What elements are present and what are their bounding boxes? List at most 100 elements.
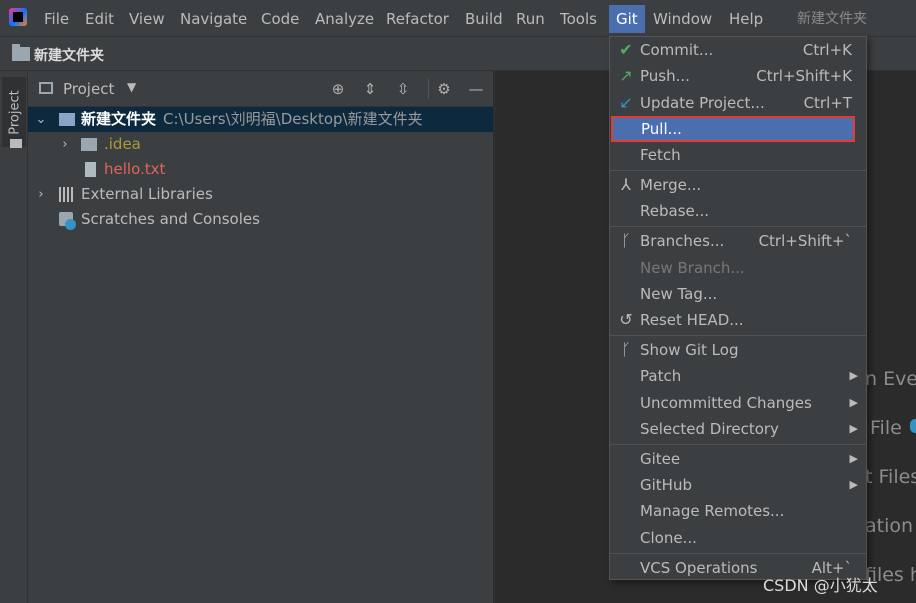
menu-separator	[610, 444, 866, 445]
menu-separator	[610, 226, 866, 227]
push-arrow-icon: ↗	[619, 66, 633, 85]
menu-build[interactable]: Build	[465, 8, 503, 30]
git-menu-pull[interactable]: Pull...	[611, 116, 855, 142]
submenu-arrow-icon: ▶	[849, 478, 858, 491]
git-menu-rebase[interactable]: Rebase...	[610, 198, 866, 224]
menu-item-label: VCS Operations	[640, 559, 758, 577]
tree-row-external-libraries[interactable]: › External Libraries	[28, 182, 493, 207]
project-view-icon	[39, 82, 53, 94]
editor-hint: File	[870, 417, 902, 439]
menu-refactor[interactable]: Refactor	[386, 8, 449, 30]
folder-icon	[12, 44, 30, 61]
dropdown-caret-icon[interactable]: ▼	[127, 80, 136, 94]
locate-file-icon[interactable]: ⊕	[328, 79, 348, 99]
menu-file[interactable]: File	[44, 8, 69, 30]
editor-hint: t Files	[865, 466, 916, 488]
chevron-down-icon[interactable]: ⌄	[34, 107, 48, 132]
intellij-logo-icon	[9, 8, 27, 26]
git-menu-clone[interactable]: Clone...	[610, 525, 866, 551]
menu-separator	[610, 553, 866, 554]
tree-label-external-libraries: External Libraries	[81, 185, 213, 203]
menu-item-label: Show Git Log	[640, 341, 739, 359]
tree-label-scratches: Scratches and Consoles	[81, 210, 260, 228]
tree-root-path: C:\Users\刘明福\Desktop\新建文件夹	[163, 110, 423, 128]
git-menu-github[interactable]: GitHub ▶	[610, 472, 866, 498]
menu-bar: File Edit View Navigate Code Analyze Ref…	[0, 0, 916, 36]
menu-item-label: New Branch...	[640, 259, 745, 277]
editor-hint: n Ever	[865, 368, 916, 390]
git-menu-reset-head[interactable]: ↺ Reset HEAD...	[610, 307, 866, 333]
tree-label-hello: hello.txt	[104, 160, 166, 178]
project-tool-tab[interactable]: Project	[2, 77, 26, 148]
git-menu-patch[interactable]: Patch ▶	[610, 363, 866, 389]
chevron-right-icon[interactable]: ›	[34, 182, 48, 207]
menu-run[interactable]: Run	[516, 8, 545, 30]
menu-separator	[610, 170, 866, 171]
menu-separator	[610, 335, 866, 336]
submenu-arrow-icon: ▶	[849, 396, 858, 409]
project-tree: ⌄ 新建文件夹 C:\Users\刘明福\Desktop\新建文件夹 › .id…	[28, 107, 493, 603]
tool-window-stripe: Project	[0, 71, 28, 603]
tree-row-idea[interactable]: › .idea	[28, 132, 493, 157]
menu-item-shortcut: Ctrl+T	[803, 94, 852, 112]
menu-help[interactable]: Help	[729, 8, 763, 30]
menu-navigate[interactable]: Navigate	[180, 8, 247, 30]
gear-icon[interactable]: ⚙	[434, 79, 454, 99]
menu-item-label: Clone...	[640, 529, 697, 547]
tree-row-hello[interactable]: hello.txt	[28, 157, 493, 182]
menu-item-label: Update Project...	[640, 94, 765, 112]
menu-git[interactable]: Git	[609, 5, 645, 33]
menu-item-shortcut: Ctrl+Shift+`	[758, 232, 852, 250]
update-arrow-icon: ↙	[619, 93, 633, 112]
menu-item-label: Rebase...	[640, 202, 710, 220]
menu-item-label: New Tag...	[640, 285, 718, 303]
git-menu-push[interactable]: ↗ Push... Ctrl+Shift+K	[610, 63, 866, 89]
panel-title[interactable]: Project	[63, 80, 114, 98]
tree-label-idea: .idea	[104, 135, 141, 153]
collapse-all-icon[interactable]: ⇳	[393, 79, 413, 99]
git-menu-gitee[interactable]: Gitee ▶	[610, 446, 866, 472]
toolbar-divider	[428, 79, 429, 99]
menu-item-label: Push...	[640, 67, 690, 85]
git-menu-selected-directory[interactable]: Selected Directory ▶	[610, 416, 866, 442]
hide-panel-icon[interactable]: —	[466, 79, 486, 99]
clock-icon	[65, 219, 76, 230]
menu-analyze[interactable]: Analyze	[315, 8, 374, 30]
menu-item-label: Uncommitted Changes	[640, 394, 812, 412]
git-menu-new-tag[interactable]: New Tag...	[610, 281, 866, 307]
chevron-right-icon[interactable]: ›	[58, 132, 72, 157]
menu-window[interactable]: Window	[653, 8, 712, 30]
merge-icon: ⅄	[621, 175, 631, 194]
menu-item-label: Selected Directory	[640, 420, 779, 438]
git-menu-new-branch: New Branch...	[610, 255, 866, 281]
breadcrumb-folder[interactable]: 新建文件夹	[34, 45, 104, 65]
menu-item-label: Branches...	[640, 232, 725, 250]
menu-edit[interactable]: Edit	[85, 8, 114, 30]
project-tab-label: Project	[7, 90, 23, 135]
watermark: CSDN @小犹太	[763, 576, 878, 595]
folder-icon	[81, 138, 97, 151]
expand-all-icon[interactable]: ⇕	[360, 79, 380, 99]
menu-item-label: Merge...	[640, 176, 702, 194]
menu-item-label: Reset HEAD...	[640, 311, 744, 329]
menu-code[interactable]: Code	[261, 8, 299, 30]
git-menu-fetch[interactable]: Fetch	[610, 142, 866, 168]
submenu-arrow-icon: ▶	[849, 422, 858, 435]
tree-row-scratches[interactable]: Scratches and Consoles	[28, 207, 493, 232]
git-menu-branches[interactable]: ᚴ Branches... Ctrl+Shift+`	[610, 228, 866, 254]
git-menu-commit[interactable]: ✔ Commit... Ctrl+K	[610, 37, 866, 63]
checkmark-icon: ✔	[619, 40, 633, 59]
git-menu-merge[interactable]: ⅄ Merge...	[610, 172, 866, 198]
git-menu-update-project[interactable]: ↙ Update Project... Ctrl+T	[610, 90, 866, 116]
submenu-arrow-icon: ▶	[849, 369, 858, 382]
menu-view[interactable]: View	[129, 8, 165, 30]
undo-icon: ↺	[619, 310, 633, 329]
git-menu-show-git-log[interactable]: ᚴ Show Git Log	[610, 337, 866, 363]
git-menu-uncommitted-changes[interactable]: Uncommitted Changes ▶	[610, 390, 866, 416]
menu-tools[interactable]: Tools	[560, 8, 597, 30]
git-menu-manage-remotes[interactable]: Manage Remotes...	[610, 498, 866, 524]
library-icon	[59, 187, 75, 202]
tree-row-root[interactable]: ⌄ 新建文件夹 C:\Users\刘明福\Desktop\新建文件夹	[28, 107, 493, 132]
editor-hint: ation	[865, 515, 914, 537]
menu-item-label: GitHub	[640, 476, 692, 494]
